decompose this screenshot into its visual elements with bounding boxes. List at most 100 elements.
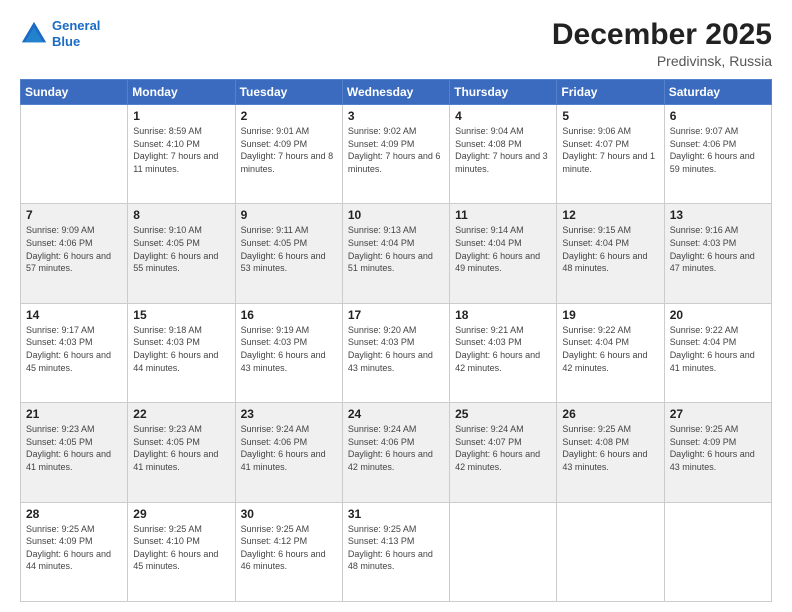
table-row: 14 Sunrise: 9:17 AMSunset: 4:03 PMDaylig… <box>21 303 128 402</box>
table-row: 25 Sunrise: 9:24 AMSunset: 4:07 PMDaylig… <box>450 403 557 502</box>
day-info: Sunrise: 9:13 AMSunset: 4:04 PMDaylight:… <box>348 224 444 274</box>
day-info: Sunrise: 9:01 AMSunset: 4:09 PMDaylight:… <box>241 125 337 175</box>
day-info: Sunrise: 9:06 AMSunset: 4:07 PMDaylight:… <box>562 125 658 175</box>
day-number: 19 <box>562 308 658 322</box>
day-number: 10 <box>348 208 444 222</box>
col-monday: Monday <box>128 80 235 105</box>
day-number: 5 <box>562 109 658 123</box>
day-info: Sunrise: 9:19 AMSunset: 4:03 PMDaylight:… <box>241 324 337 374</box>
table-row <box>450 502 557 601</box>
table-row <box>664 502 771 601</box>
day-number: 13 <box>670 208 766 222</box>
logo-line2: Blue <box>52 34 80 49</box>
calendar-week-1: 1 Sunrise: 8:59 AMSunset: 4:10 PMDayligh… <box>21 105 772 204</box>
day-info: Sunrise: 9:14 AMSunset: 4:04 PMDaylight:… <box>455 224 551 274</box>
day-info: Sunrise: 9:23 AMSunset: 4:05 PMDaylight:… <box>133 423 229 473</box>
day-number: 23 <box>241 407 337 421</box>
table-row: 10 Sunrise: 9:13 AMSunset: 4:04 PMDaylig… <box>342 204 449 303</box>
day-info: Sunrise: 9:10 AMSunset: 4:05 PMDaylight:… <box>133 224 229 274</box>
logo-line1: General <box>52 18 100 33</box>
day-number: 27 <box>670 407 766 421</box>
day-number: 24 <box>348 407 444 421</box>
day-number: 7 <box>26 208 122 222</box>
day-number: 17 <box>348 308 444 322</box>
header: General Blue December 2025 Predivinsk, R… <box>20 18 772 69</box>
calendar-week-5: 28 Sunrise: 9:25 AMSunset: 4:09 PMDaylig… <box>21 502 772 601</box>
day-info: Sunrise: 9:22 AMSunset: 4:04 PMDaylight:… <box>670 324 766 374</box>
day-number: 1 <box>133 109 229 123</box>
day-number: 11 <box>455 208 551 222</box>
day-number: 30 <box>241 507 337 521</box>
day-number: 3 <box>348 109 444 123</box>
col-thursday: Thursday <box>450 80 557 105</box>
day-info: Sunrise: 9:07 AMSunset: 4:06 PMDaylight:… <box>670 125 766 175</box>
title-block: December 2025 Predivinsk, Russia <box>552 18 772 69</box>
table-row: 11 Sunrise: 9:14 AMSunset: 4:04 PMDaylig… <box>450 204 557 303</box>
table-row: 24 Sunrise: 9:24 AMSunset: 4:06 PMDaylig… <box>342 403 449 502</box>
table-row: 28 Sunrise: 9:25 AMSunset: 4:09 PMDaylig… <box>21 502 128 601</box>
table-row: 18 Sunrise: 9:21 AMSunset: 4:03 PMDaylig… <box>450 303 557 402</box>
day-info: Sunrise: 9:17 AMSunset: 4:03 PMDaylight:… <box>26 324 122 374</box>
day-info: Sunrise: 9:15 AMSunset: 4:04 PMDaylight:… <box>562 224 658 274</box>
day-number: 14 <box>26 308 122 322</box>
table-row: 7 Sunrise: 9:09 AMSunset: 4:06 PMDayligh… <box>21 204 128 303</box>
location: Predivinsk, Russia <box>552 53 772 69</box>
day-number: 28 <box>26 507 122 521</box>
table-row: 30 Sunrise: 9:25 AMSunset: 4:12 PMDaylig… <box>235 502 342 601</box>
calendar-table: Sunday Monday Tuesday Wednesday Thursday… <box>20 79 772 602</box>
day-number: 31 <box>348 507 444 521</box>
table-row: 1 Sunrise: 8:59 AMSunset: 4:10 PMDayligh… <box>128 105 235 204</box>
day-info: Sunrise: 9:24 AMSunset: 4:06 PMDaylight:… <box>241 423 337 473</box>
day-number: 9 <box>241 208 337 222</box>
day-info: Sunrise: 9:18 AMSunset: 4:03 PMDaylight:… <box>133 324 229 374</box>
logo-text: General Blue <box>52 18 100 49</box>
table-row: 12 Sunrise: 9:15 AMSunset: 4:04 PMDaylig… <box>557 204 664 303</box>
table-row: 13 Sunrise: 9:16 AMSunset: 4:03 PMDaylig… <box>664 204 771 303</box>
day-number: 6 <box>670 109 766 123</box>
day-info: Sunrise: 9:25 AMSunset: 4:12 PMDaylight:… <box>241 523 337 573</box>
day-info: Sunrise: 9:22 AMSunset: 4:04 PMDaylight:… <box>562 324 658 374</box>
day-info: Sunrise: 9:16 AMSunset: 4:03 PMDaylight:… <box>670 224 766 274</box>
day-info: Sunrise: 9:25 AMSunset: 4:09 PMDaylight:… <box>26 523 122 573</box>
table-row: 6 Sunrise: 9:07 AMSunset: 4:06 PMDayligh… <box>664 105 771 204</box>
table-row: 17 Sunrise: 9:20 AMSunset: 4:03 PMDaylig… <box>342 303 449 402</box>
day-number: 2 <box>241 109 337 123</box>
table-row: 15 Sunrise: 9:18 AMSunset: 4:03 PMDaylig… <box>128 303 235 402</box>
day-number: 29 <box>133 507 229 521</box>
col-saturday: Saturday <box>664 80 771 105</box>
day-info: Sunrise: 9:25 AMSunset: 4:08 PMDaylight:… <box>562 423 658 473</box>
day-info: Sunrise: 9:11 AMSunset: 4:05 PMDaylight:… <box>241 224 337 274</box>
day-number: 18 <box>455 308 551 322</box>
day-info: Sunrise: 9:24 AMSunset: 4:06 PMDaylight:… <box>348 423 444 473</box>
logo-icon <box>20 20 48 48</box>
table-row: 2 Sunrise: 9:01 AMSunset: 4:09 PMDayligh… <box>235 105 342 204</box>
table-row: 9 Sunrise: 9:11 AMSunset: 4:05 PMDayligh… <box>235 204 342 303</box>
day-number: 20 <box>670 308 766 322</box>
table-row: 26 Sunrise: 9:25 AMSunset: 4:08 PMDaylig… <box>557 403 664 502</box>
day-info: Sunrise: 9:25 AMSunset: 4:09 PMDaylight:… <box>670 423 766 473</box>
table-row: 20 Sunrise: 9:22 AMSunset: 4:04 PMDaylig… <box>664 303 771 402</box>
day-info: Sunrise: 9:20 AMSunset: 4:03 PMDaylight:… <box>348 324 444 374</box>
table-row: 31 Sunrise: 9:25 AMSunset: 4:13 PMDaylig… <box>342 502 449 601</box>
calendar-week-2: 7 Sunrise: 9:09 AMSunset: 4:06 PMDayligh… <box>21 204 772 303</box>
page: General Blue December 2025 Predivinsk, R… <box>0 0 792 612</box>
calendar-week-4: 21 Sunrise: 9:23 AMSunset: 4:05 PMDaylig… <box>21 403 772 502</box>
table-row: 23 Sunrise: 9:24 AMSunset: 4:06 PMDaylig… <box>235 403 342 502</box>
day-number: 22 <box>133 407 229 421</box>
col-sunday: Sunday <box>21 80 128 105</box>
table-row: 8 Sunrise: 9:10 AMSunset: 4:05 PMDayligh… <box>128 204 235 303</box>
table-row: 27 Sunrise: 9:25 AMSunset: 4:09 PMDaylig… <box>664 403 771 502</box>
month-title: December 2025 <box>552 18 772 51</box>
day-info: Sunrise: 9:23 AMSunset: 4:05 PMDaylight:… <box>26 423 122 473</box>
table-row: 22 Sunrise: 9:23 AMSunset: 4:05 PMDaylig… <box>128 403 235 502</box>
day-number: 8 <box>133 208 229 222</box>
header-row: Sunday Monday Tuesday Wednesday Thursday… <box>21 80 772 105</box>
day-info: Sunrise: 9:24 AMSunset: 4:07 PMDaylight:… <box>455 423 551 473</box>
logo: General Blue <box>20 18 100 49</box>
day-number: 12 <box>562 208 658 222</box>
day-info: Sunrise: 9:25 AMSunset: 4:10 PMDaylight:… <box>133 523 229 573</box>
col-friday: Friday <box>557 80 664 105</box>
day-number: 26 <box>562 407 658 421</box>
table-row: 3 Sunrise: 9:02 AMSunset: 4:09 PMDayligh… <box>342 105 449 204</box>
table-row: 21 Sunrise: 9:23 AMSunset: 4:05 PMDaylig… <box>21 403 128 502</box>
